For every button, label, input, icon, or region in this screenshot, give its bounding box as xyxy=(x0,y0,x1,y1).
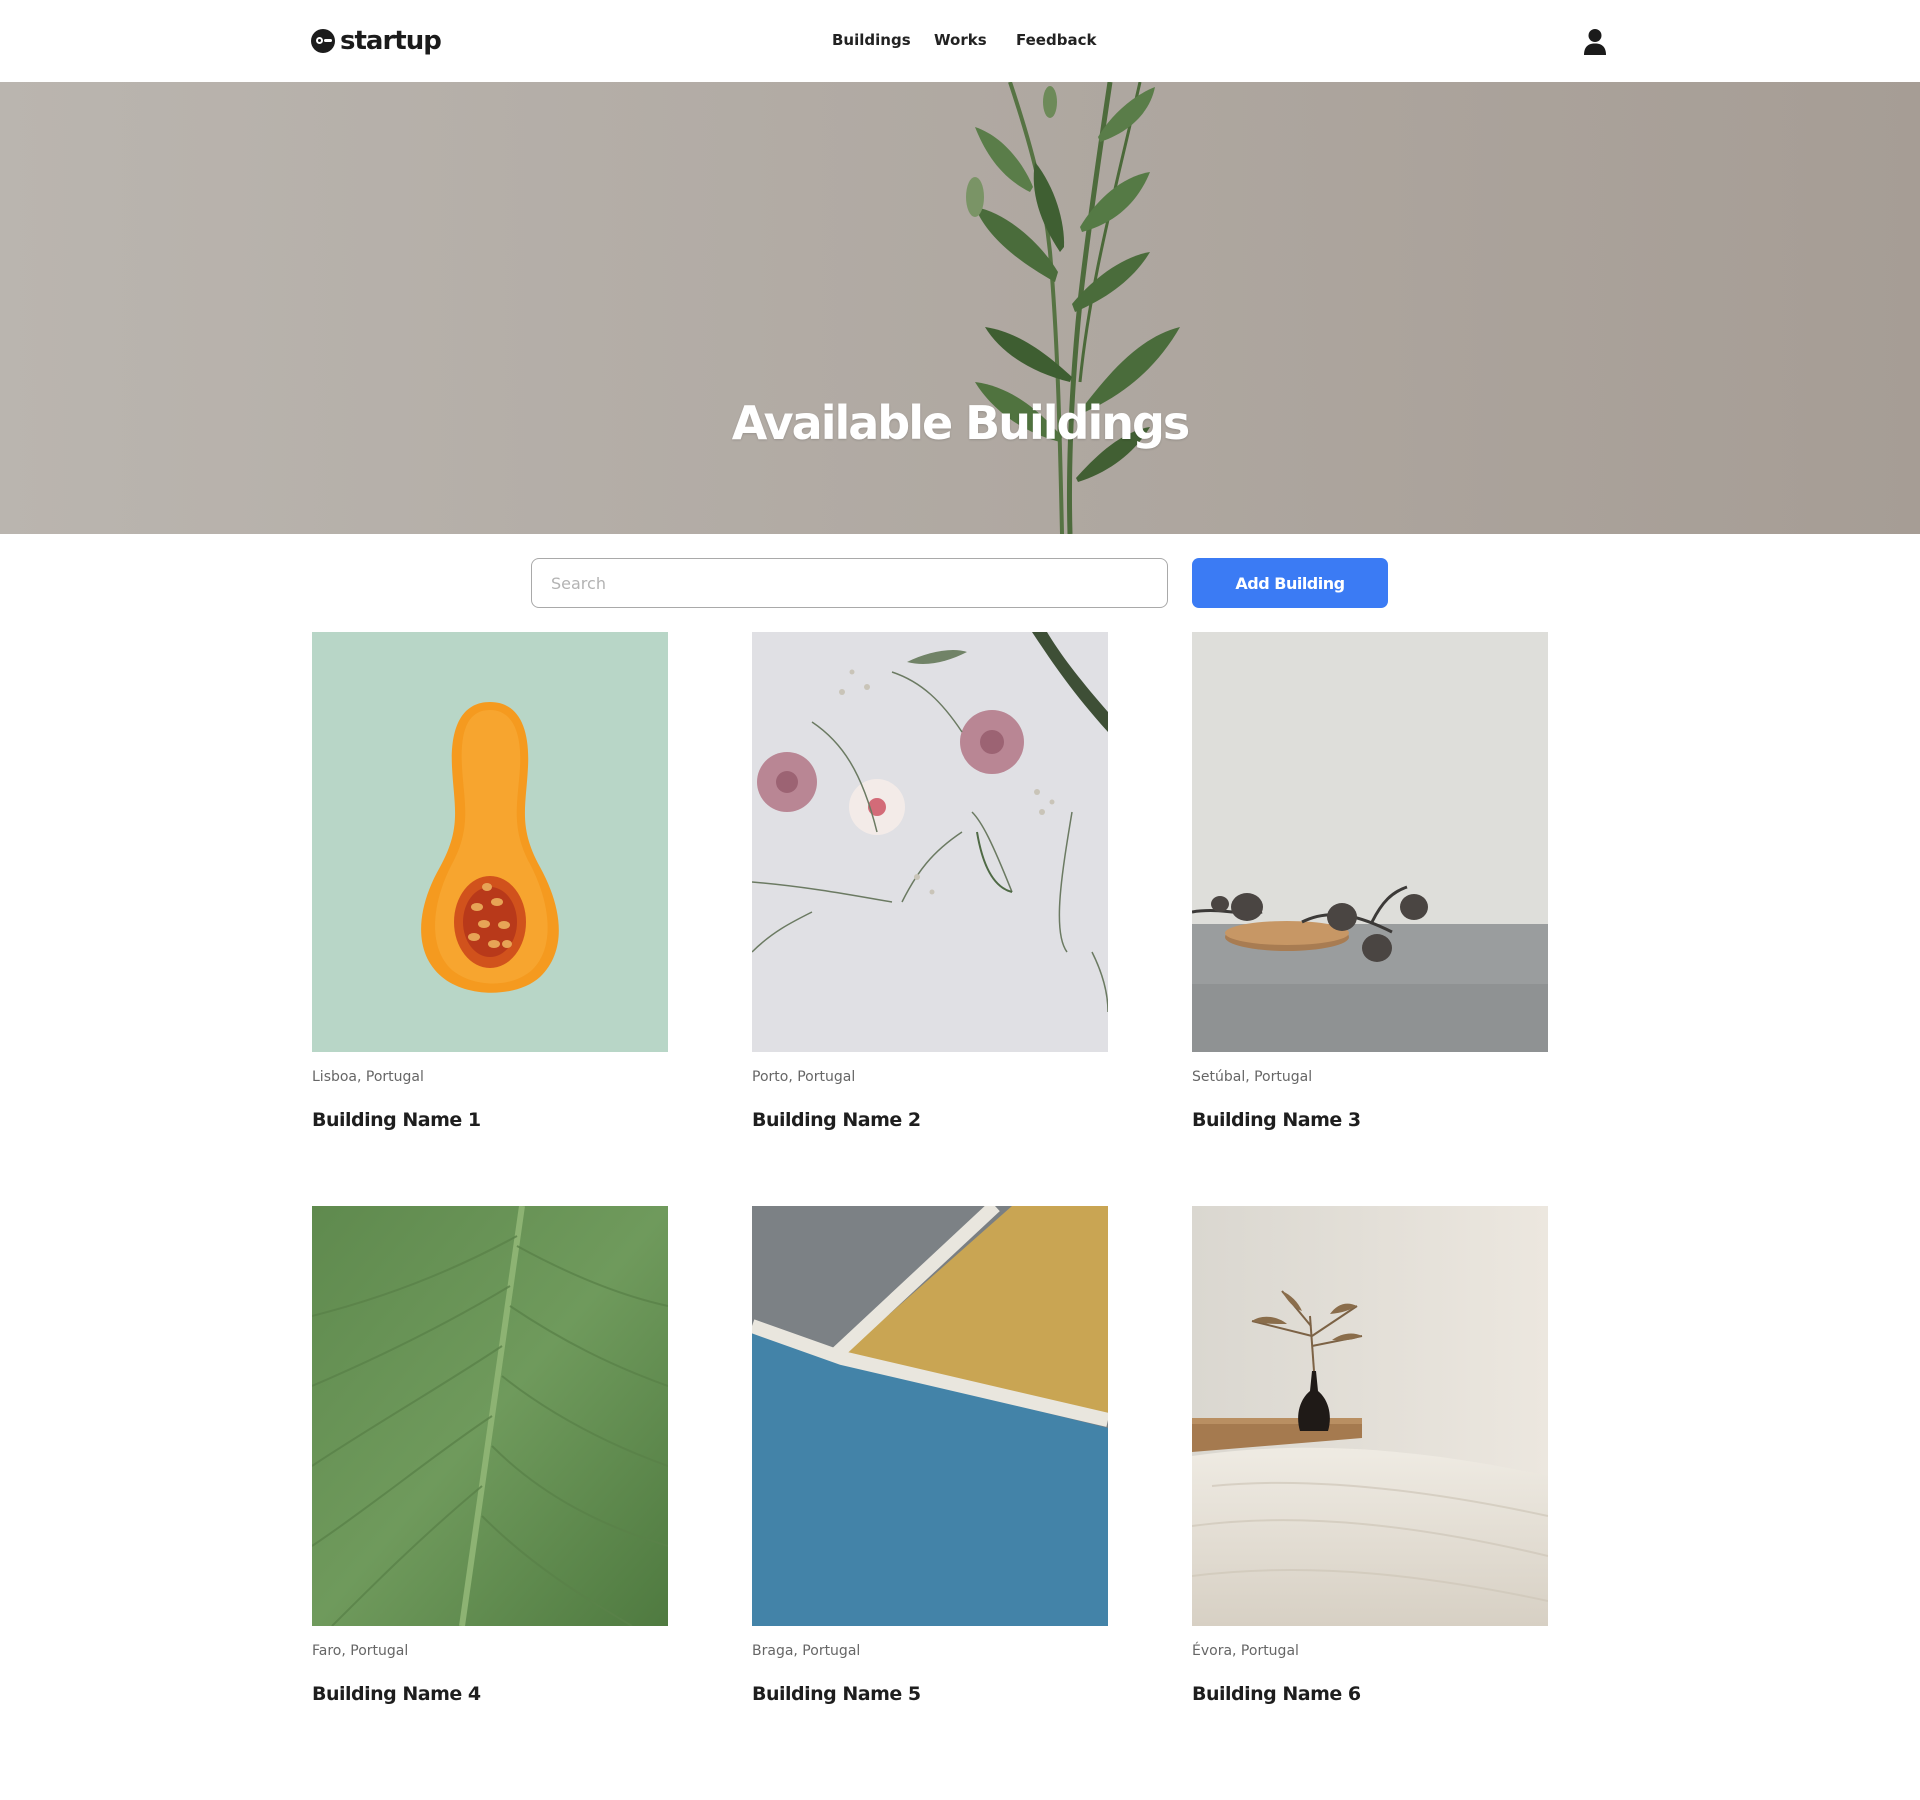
building-location: Setúbal, Portugal xyxy=(1192,1069,1313,1085)
hero-plant-image xyxy=(0,82,1920,534)
building-card[interactable]: Évora, Portugal Building Name 6 xyxy=(1192,1206,1548,1705)
building-name[interactable]: Building Name 3 xyxy=(1192,1109,1361,1131)
building-name[interactable]: Building Name 5 xyxy=(752,1683,921,1705)
logo-text: startup xyxy=(340,26,442,56)
building-name[interactable]: Building Name 6 xyxy=(1192,1683,1361,1705)
building-image-pressed-flowers[interactable] xyxy=(752,632,1108,1052)
logo[interactable]: startup xyxy=(311,25,442,57)
building-image-pinecones[interactable] xyxy=(1192,632,1548,1052)
building-name[interactable]: Building Name 2 xyxy=(752,1109,921,1131)
building-location: Faro, Portugal xyxy=(312,1643,409,1659)
building-image-butternut-squash[interactable] xyxy=(312,632,668,1052)
building-card[interactable]: Faro, Portugal Building Name 4 xyxy=(312,1206,668,1705)
building-name[interactable]: Building Name 1 xyxy=(312,1109,481,1131)
nav-item-buildings[interactable]: Buildings xyxy=(832,29,911,51)
nav-item-works[interactable]: Works xyxy=(934,29,987,51)
building-location: Porto, Portugal xyxy=(752,1069,856,1085)
building-card[interactable]: Lisboa, Portugal Building Name 1 xyxy=(312,632,668,1131)
add-building-button[interactable]: Add Building xyxy=(1192,558,1388,608)
search-input[interactable] xyxy=(531,558,1168,608)
user-icon[interactable] xyxy=(1583,28,1607,56)
building-name[interactable]: Building Name 4 xyxy=(312,1683,481,1705)
building-location: Évora, Portugal xyxy=(1192,1643,1299,1659)
building-location: Lisboa, Portugal xyxy=(312,1069,424,1085)
hero-banner: Available Buildings xyxy=(0,82,1920,534)
building-image-court-floor[interactable] xyxy=(752,1206,1108,1626)
building-image-green-leaf[interactable] xyxy=(312,1206,668,1626)
building-card[interactable]: Porto, Portugal Building Name 2 xyxy=(752,632,1108,1131)
page-title: Available Buildings xyxy=(731,396,1191,450)
nav-item-feedback[interactable]: Feedback xyxy=(1016,29,1096,51)
logo-mark-icon xyxy=(311,29,335,53)
building-card[interactable]: Setúbal, Portugal Building Name 3 xyxy=(1192,632,1548,1131)
building-image-vase-bedroom[interactable] xyxy=(1192,1206,1548,1626)
building-card[interactable]: Braga, Portugal Building Name 5 xyxy=(752,1206,1108,1705)
building-location: Braga, Portugal xyxy=(752,1643,861,1659)
site-header: startup Buildings Works Feedback xyxy=(0,0,1920,82)
